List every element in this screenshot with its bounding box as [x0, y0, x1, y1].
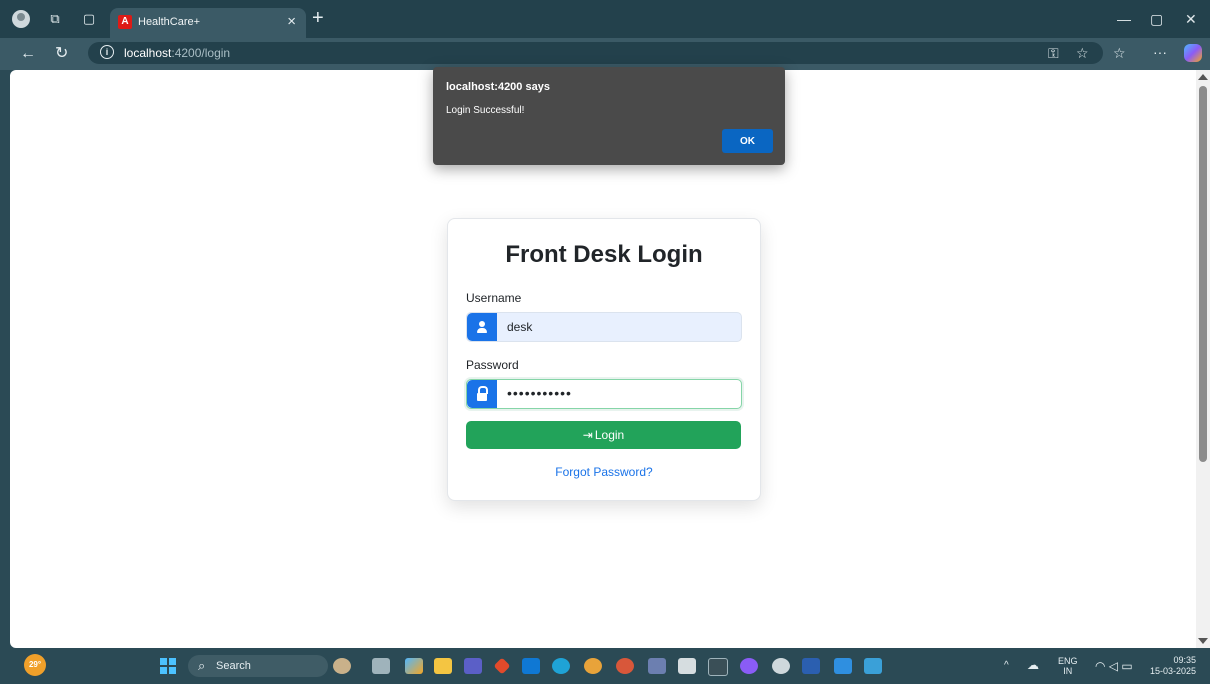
- browser-tab[interactable]: A HealthCare+ ×: [110, 8, 306, 38]
- maximize-icon[interactable]: ▢: [1150, 9, 1163, 29]
- copilot-avatar-icon[interactable]: [333, 658, 351, 674]
- scroll-down-icon[interactable]: [1198, 638, 1208, 644]
- windows-start-icon[interactable]: [160, 658, 176, 674]
- close-window-icon[interactable]: ✕: [1185, 9, 1197, 29]
- favorites-icon[interactable]: ☆: [1113, 45, 1126, 62]
- site-info-icon[interactable]: i: [100, 45, 114, 59]
- back-icon[interactable]: ←: [20, 44, 36, 64]
- lock-icon: [467, 380, 497, 408]
- vscode-icon[interactable]: [834, 658, 852, 674]
- tab-title: HealthCare+: [138, 16, 201, 28]
- ok-button[interactable]: OK: [722, 129, 773, 153]
- reload-icon[interactable]: ↻: [55, 44, 68, 64]
- workspaces-icon[interactable]: ⧉: [46, 10, 64, 28]
- word-icon[interactable]: [802, 658, 820, 674]
- address-bar: ← ↻ i localhost:4200/login ⚿ ☆: [0, 38, 1210, 70]
- browser-titlebar: ⧉ ▢ A HealthCare+ × + — ▢ ✕: [0, 0, 1210, 38]
- password-value: •••••••••••: [507, 385, 572, 401]
- search-text: Search: [216, 660, 251, 672]
- taskbar: 29° ⌕ Search ^ ☁ ENG IN ◠ ◁ ▭ 09:35 15-03-…: [0, 648, 1210, 684]
- angular-favicon-icon: A: [118, 15, 132, 29]
- teams-icon[interactable]: [464, 658, 482, 674]
- terminal-window-icon[interactable]: [678, 658, 696, 674]
- login-icon: ⇥: [582, 428, 593, 442]
- favorite-star-icon[interactable]: ☆: [1076, 44, 1089, 62]
- show-hidden-icons-icon[interactable]: ^: [1004, 660, 1009, 671]
- scroll-up-icon[interactable]: [1198, 74, 1208, 80]
- chrome-profile-h-icon[interactable]: [616, 658, 634, 674]
- copilot-app-icon[interactable]: [405, 658, 423, 674]
- outlook-icon[interactable]: [522, 658, 540, 674]
- forgot-password-link[interactable]: Forgot Password?: [448, 465, 760, 479]
- user-icon: [467, 313, 497, 341]
- task-view-icon[interactable]: [372, 658, 390, 674]
- scroll-thumb[interactable]: [1199, 86, 1207, 462]
- alert-dialog: localhost:4200 says Login Successful! OK: [433, 67, 785, 165]
- username-value: desk: [507, 320, 533, 334]
- alert-message: Login Successful!: [446, 105, 525, 116]
- settings-icon[interactable]: [772, 658, 790, 674]
- weather-icon[interactable]: 29°: [24, 654, 46, 676]
- chrome-profile-a-icon[interactable]: [584, 658, 602, 674]
- github-desktop-icon[interactable]: [740, 658, 758, 674]
- alert-title: localhost:4200 says: [446, 81, 550, 93]
- close-tab-icon[interactable]: ×: [287, 13, 296, 31]
- more-options-icon[interactable]: ···: [1153, 44, 1167, 60]
- username-label: Username: [466, 291, 522, 305]
- tab-actions-icon[interactable]: ▢: [80, 10, 98, 28]
- url-field[interactable]: i localhost:4200/login ⚿ ☆: [88, 42, 1103, 64]
- login-button-label: Login: [594, 428, 625, 442]
- photos-icon[interactable]: [864, 658, 882, 674]
- url-text: localhost:4200/login: [124, 46, 231, 60]
- new-tab-button[interactable]: +: [312, 6, 324, 30]
- scrollbar[interactable]: [1196, 70, 1210, 648]
- edge-icon[interactable]: [552, 658, 570, 674]
- login-card: Front Desk Login Username desk Password …: [447, 218, 761, 501]
- page-title: Front Desk Login: [505, 241, 703, 268]
- key-icon[interactable]: ⚿: [1048, 44, 1059, 62]
- copilot-icon[interactable]: [1184, 44, 1202, 62]
- terminal-icon[interactable]: [708, 658, 728, 676]
- taskbar-search[interactable]: ⌕ Search: [188, 655, 328, 677]
- minimize-icon[interactable]: —: [1117, 9, 1131, 29]
- app-icon[interactable]: [648, 658, 666, 674]
- username-field[interactable]: desk: [466, 312, 742, 342]
- login-button[interactable]: ⇥ Login: [466, 421, 741, 449]
- profile-icon[interactable]: [12, 10, 30, 28]
- password-field[interactable]: •••••••••••: [466, 379, 742, 409]
- wifi-volume-battery-icon[interactable]: ◠ ◁ ▭: [1095, 659, 1133, 673]
- password-label: Password: [466, 358, 519, 372]
- network-sync-icon[interactable]: ☁: [1027, 658, 1039, 672]
- git-icon[interactable]: [493, 657, 511, 675]
- file-explorer-icon[interactable]: [434, 658, 452, 674]
- search-icon: ⌕: [198, 658, 206, 673]
- language-indicator[interactable]: ENG IN: [1058, 656, 1078, 676]
- clock[interactable]: 09:35 15-03-2025: [1146, 655, 1196, 677]
